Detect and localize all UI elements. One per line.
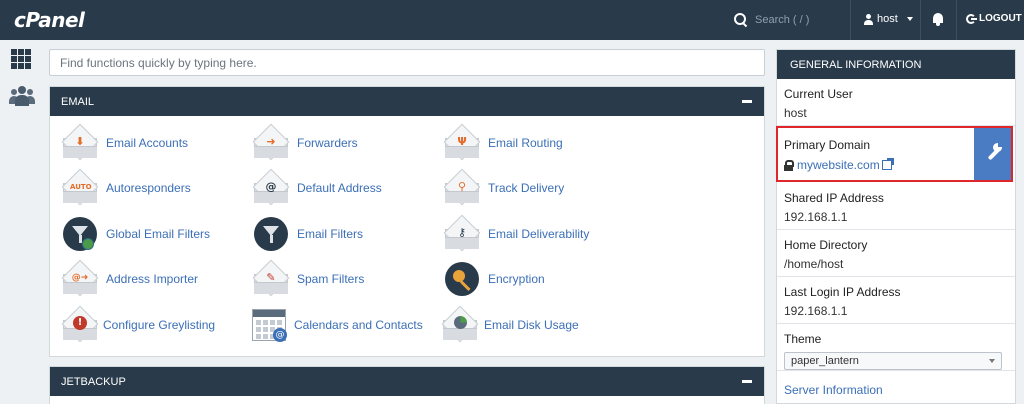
jetbackup-panel: JETBACKUP bbox=[49, 366, 765, 404]
logout-button[interactable]: LOGOUT bbox=[966, 13, 1022, 24]
search-icon bbox=[733, 12, 749, 28]
logout-icon bbox=[966, 13, 977, 24]
spam-filters-link[interactable]: ✎ Spam Filters bbox=[251, 259, 364, 299]
encryption-link[interactable]: Encryption bbox=[442, 259, 545, 299]
current-user-row: Current User host bbox=[777, 79, 1015, 126]
autoresponders-link[interactable]: AUTO Autoresponders bbox=[60, 168, 191, 208]
calendars-contacts-icon: @ bbox=[249, 305, 289, 345]
top-search-input[interactable] bbox=[755, 14, 855, 26]
email-accounts-link[interactable]: ⬇ Email Accounts bbox=[60, 123, 188, 163]
email-accounts-icon: ⬇ bbox=[60, 123, 100, 163]
email-panel-header[interactable]: EMAIL bbox=[50, 87, 764, 116]
topbar-divider bbox=[920, 0, 921, 40]
left-rail bbox=[0, 40, 42, 404]
autoresponders-icon: AUTO bbox=[60, 168, 100, 208]
forwarders-link[interactable]: ➜ Forwarders bbox=[251, 123, 358, 163]
chevron-down-icon bbox=[989, 359, 995, 363]
user-menu[interactable]: host bbox=[864, 13, 913, 25]
email-routing-link[interactable]: Ψ Email Routing bbox=[442, 123, 563, 163]
collapse-icon[interactable] bbox=[742, 100, 752, 103]
last-login-ip-row: Last Login IP Address 192.168.1.1 bbox=[777, 277, 1015, 324]
track-delivery-link[interactable]: ⚲ Track Delivery bbox=[442, 168, 564, 208]
configure-greylisting-icon: ! bbox=[60, 305, 100, 345]
general-information-title: GENERAL INFORMATION bbox=[777, 50, 1015, 79]
user-name: host bbox=[877, 13, 898, 25]
manage-domain-button[interactable] bbox=[974, 128, 1011, 180]
wrench-icon bbox=[984, 142, 1002, 163]
address-importer-icon: @➜ bbox=[60, 259, 100, 299]
bell-icon[interactable] bbox=[932, 12, 944, 26]
primary-domain-row: Primary Domain mywebsite.com bbox=[776, 126, 1013, 182]
apps-grid-icon[interactable] bbox=[11, 49, 31, 69]
email-deliverability-link[interactable]: ⚷ Email Deliverability bbox=[442, 214, 589, 254]
global-email-filters-link[interactable]: Global Email Filters bbox=[60, 214, 210, 254]
forwarders-icon: ➜ bbox=[251, 123, 291, 163]
function-search-input[interactable] bbox=[49, 49, 765, 76]
external-link-icon bbox=[881, 158, 894, 170]
spam-filters-icon: ✎ bbox=[251, 259, 291, 299]
email-deliverability-icon: ⚷ bbox=[442, 214, 482, 254]
jetbackup-panel-header[interactable]: JETBACKUP bbox=[50, 367, 764, 396]
lock-icon bbox=[784, 160, 794, 171]
email-disk-usage-icon bbox=[440, 305, 480, 345]
default-address-icon: @ bbox=[251, 168, 291, 208]
default-address-link[interactable]: @ Default Address bbox=[251, 168, 382, 208]
topbar-divider bbox=[850, 0, 851, 40]
users-icon[interactable] bbox=[9, 86, 35, 106]
email-filters-link[interactable]: Email Filters bbox=[251, 214, 363, 254]
email-panel-title: EMAIL bbox=[61, 95, 95, 108]
general-information-panel: GENERAL INFORMATION Current User host Sh… bbox=[776, 49, 1016, 404]
top-search[interactable] bbox=[733, 11, 855, 29]
configure-greylisting-link[interactable]: ! Configure Greylisting bbox=[60, 305, 215, 345]
email-routing-icon: Ψ bbox=[442, 123, 482, 163]
email-disk-usage-link[interactable]: Email Disk Usage bbox=[440, 305, 579, 345]
email-filters-icon bbox=[251, 214, 291, 254]
home-directory-row: Home Directory /home/host bbox=[777, 230, 1015, 277]
jetbackup-panel-title: JETBACKUP bbox=[61, 375, 126, 388]
server-information-link[interactable]: Server Information bbox=[784, 383, 883, 397]
calendars-contacts-link[interactable]: @ Calendars and Contacts bbox=[249, 305, 423, 345]
topbar-divider bbox=[956, 0, 957, 40]
primary-domain-link[interactable]: mywebsite.com bbox=[784, 158, 894, 172]
address-importer-link[interactable]: @➜ Address Importer bbox=[60, 259, 198, 299]
global-email-filters-icon bbox=[60, 214, 100, 254]
shared-ip-row: Shared IP Address 192.168.1.1 bbox=[777, 183, 1015, 230]
chevron-down-icon bbox=[906, 17, 913, 21]
collapse-icon[interactable] bbox=[742, 380, 752, 383]
top-bar: cPanel host LOGOUT bbox=[0, 0, 1024, 40]
cpanel-logo[interactable]: cPanel bbox=[14, 8, 85, 32]
theme-select[interactable]: paper_lantern bbox=[784, 352, 1002, 370]
encryption-icon bbox=[442, 259, 482, 299]
logout-label: LOGOUT bbox=[979, 13, 1022, 24]
user-icon bbox=[864, 13, 874, 25]
email-panel: EMAIL ⬇ Email Accounts ➜ Forwarders Ψ Em… bbox=[49, 86, 765, 357]
track-delivery-icon: ⚲ bbox=[442, 168, 482, 208]
